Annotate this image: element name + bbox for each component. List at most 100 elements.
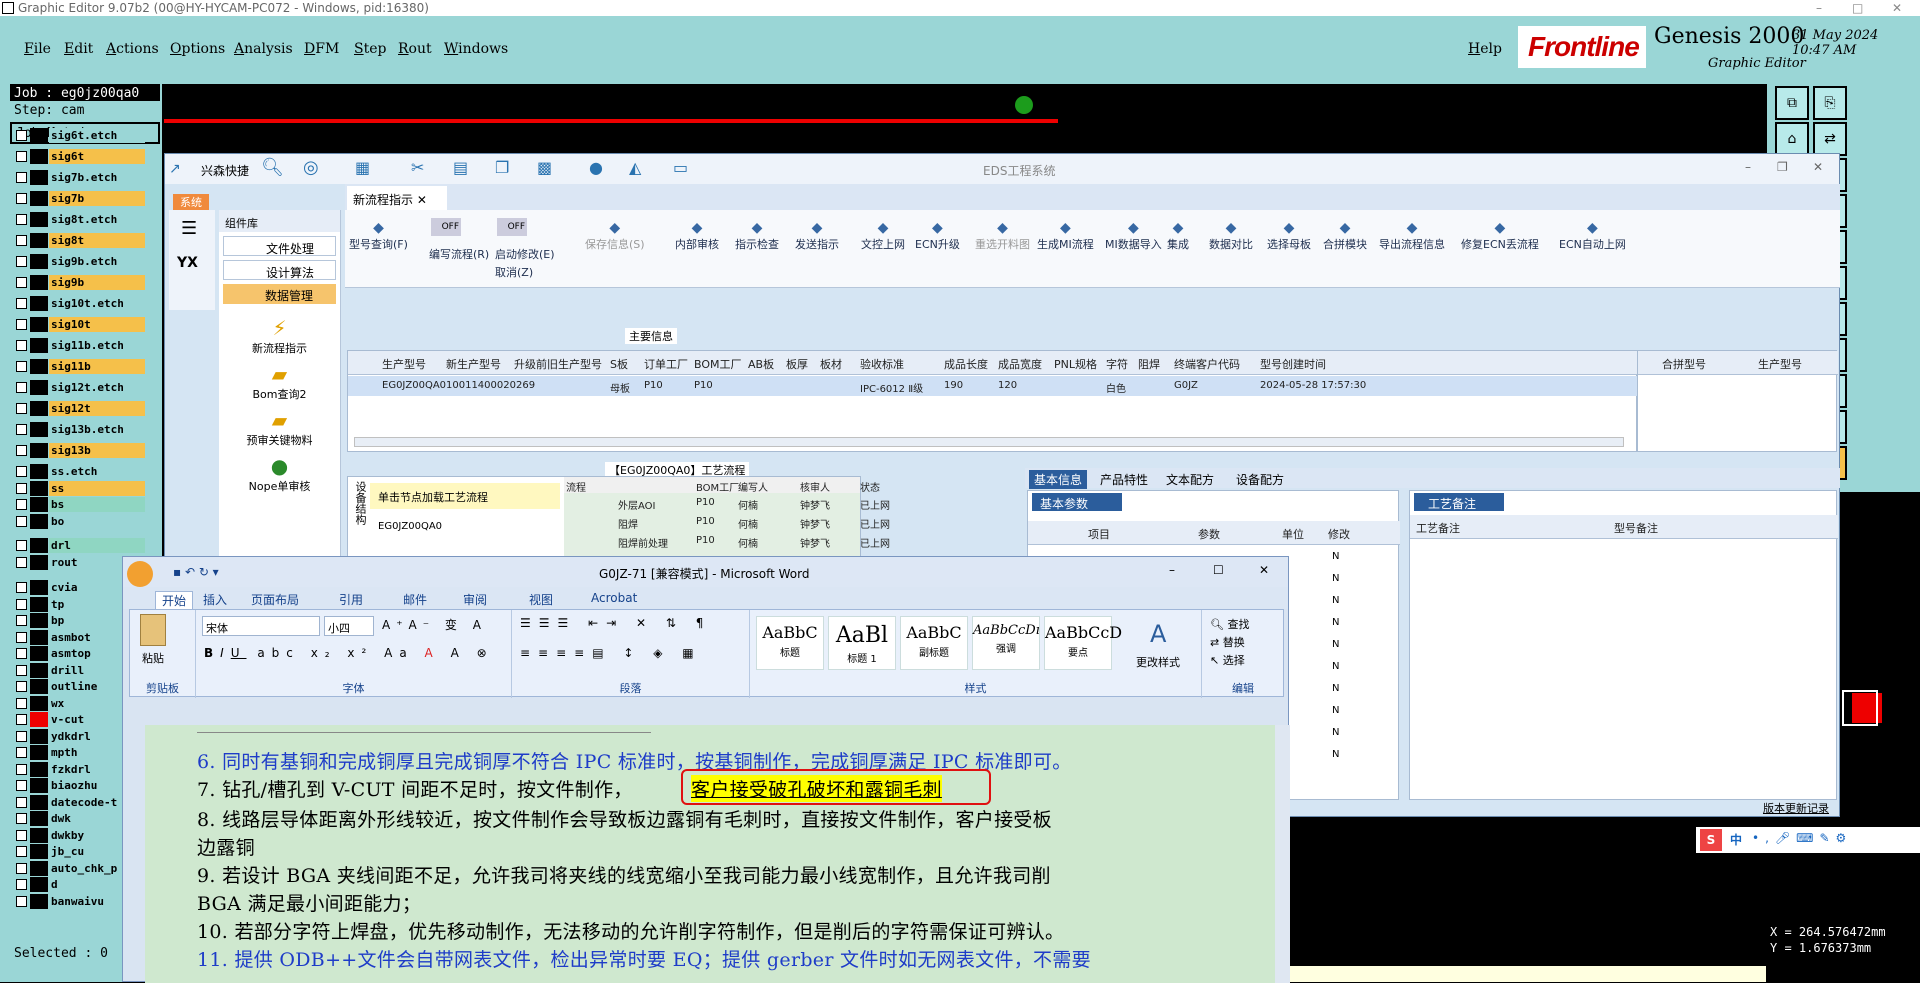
layer-checkbox[interactable] xyxy=(16,445,27,456)
ribbon-btn-18[interactable]: ◆ 修复ECN丢流程 xyxy=(1461,220,1539,252)
ribbon-btn-6[interactable]: ◆ 指示检查 xyxy=(735,220,779,252)
layer-name[interactable]: sig11b.etch xyxy=(49,338,145,353)
layer-row[interactable]: mpth xyxy=(14,745,145,760)
font-grow-shrink-icons[interactable]: A⁺A⁻ 变 A xyxy=(382,616,487,633)
layer-row[interactable]: wx xyxy=(14,695,145,711)
prereview-item[interactable]: 预审关键物料 xyxy=(219,432,340,448)
layer-row[interactable]: fzkdrl xyxy=(14,761,145,777)
layer-row[interactable]: sig11b.etch xyxy=(14,338,145,353)
layer-row[interactable]: bs xyxy=(14,497,145,512)
ribbon-btn-10[interactable]: ◆ 重选开料图 xyxy=(975,220,1030,252)
layer-checkbox[interactable] xyxy=(16,895,27,907)
paste-icon[interactable] xyxy=(140,614,166,646)
remark-tab[interactable]: 工艺备注 xyxy=(1414,493,1504,511)
menu-icon[interactable]: ☰ xyxy=(181,218,215,239)
layer-row[interactable]: sig6t.etch xyxy=(14,128,145,143)
layer-checkbox[interactable] xyxy=(16,615,27,626)
layer-checkbox[interactable] xyxy=(16,298,27,309)
layer-row[interactable]: asmtop xyxy=(14,646,145,661)
layer-name[interactable]: sig10t xyxy=(49,317,145,332)
ribbon-btn-1[interactable]: 编写流程(R) xyxy=(429,246,489,262)
grid-icon[interactable]: ▩ xyxy=(537,158,552,177)
layer-checkbox[interactable] xyxy=(16,829,27,841)
replace-button[interactable]: ⇄ 替换 xyxy=(1210,634,1245,650)
layer-row[interactable]: dwk xyxy=(14,811,145,826)
layer-checkbox[interactable] xyxy=(16,763,27,775)
layer-checkbox[interactable] xyxy=(16,235,27,246)
ribbon-btn-15[interactable]: ◆ 选择母板 xyxy=(1267,220,1311,252)
layer-checkbox[interactable] xyxy=(16,382,27,393)
flow-row[interactable]: 外层AOI P10 何楠 钟梦飞 已上网 xyxy=(564,495,890,513)
layer-checkbox[interactable] xyxy=(16,256,27,267)
layer-row[interactable]: sig7b xyxy=(14,191,145,206)
layer-row[interactable]: sig9b xyxy=(14,275,145,290)
tab-system[interactable]: 系统 xyxy=(173,194,209,210)
ribbon-btn-5[interactable]: ◆ 内部审核 xyxy=(675,220,719,252)
layer-checkbox[interactable] xyxy=(16,403,27,414)
flow-row[interactable]: 阻焊 P10 何楠 钟梦飞 已上网 xyxy=(564,514,890,532)
side-data-management[interactable]: 数据管理 xyxy=(223,284,336,304)
layer-checkbox[interactable] xyxy=(16,557,27,568)
ime-mode[interactable]: 中 xyxy=(1730,831,1742,848)
toggle-edit-flow[interactable]: OFF xyxy=(431,218,461,236)
quick-access-icons[interactable]: ▪ ↶ ↻ ▾ xyxy=(173,565,219,579)
ribbon-btn-2[interactable]: 启动修改(E) xyxy=(495,246,555,262)
layer-row[interactable]: ss xyxy=(14,480,145,496)
lifebuoy-icon[interactable]: ◎ xyxy=(303,157,319,178)
layer-row[interactable]: sig10t.etch xyxy=(14,296,145,311)
word-tab[interactable]: 审阅 xyxy=(463,591,487,608)
layer-checkbox[interactable] xyxy=(16,540,27,551)
scissors-icon[interactable]: ✂ xyxy=(411,158,424,177)
monitor-icon[interactable]: ▭ xyxy=(673,158,688,177)
layer-name[interactable]: drl xyxy=(49,538,145,553)
layer-row[interactable]: rout xyxy=(14,555,145,570)
ribbon-btn-4[interactable]: ◆ 保存信息(S) xyxy=(585,220,645,252)
layer-row[interactable]: sig9b.etch xyxy=(14,254,145,269)
layer-name[interactable]: sig8t xyxy=(49,233,145,248)
side-design-algorithm[interactable]: 设计算法 xyxy=(223,260,336,280)
layer-row[interactable]: outline xyxy=(14,679,145,694)
ribbon-btn-14[interactable]: ◆ 数据对比 xyxy=(1209,220,1253,252)
layer-checkbox[interactable] xyxy=(16,277,27,288)
font-size-select[interactable]: 小四 xyxy=(324,616,374,636)
menu-dfm[interactable]: DFM xyxy=(304,41,339,57)
horizontal-scrollbar[interactable] xyxy=(354,437,1624,447)
layer-name[interactable]: sig12t.etch xyxy=(49,380,145,395)
change-styles-button[interactable]: 更改样式 xyxy=(1136,654,1180,670)
layer-row[interactable]: sig12t xyxy=(14,401,145,416)
nope-review-item[interactable]: Nope单审核 xyxy=(219,478,340,494)
ribbon-btn-19[interactable]: ◆ ECN自动上网 xyxy=(1559,220,1626,252)
layer-checkbox[interactable] xyxy=(16,747,27,758)
menu-step[interactable]: Step xyxy=(354,41,386,57)
film-icon[interactable]: ▤ xyxy=(453,158,468,177)
layer-row[interactable]: sig13b xyxy=(14,443,145,458)
ribbon-btn-17[interactable]: ◆ 导出流程信息 xyxy=(1379,220,1445,252)
word-tab[interactable]: 邮件 xyxy=(403,591,427,608)
layer-row[interactable]: ydkdrl xyxy=(14,728,145,744)
tab-new-flow[interactable]: 新流程指示 ✕ xyxy=(347,186,447,210)
close-icon[interactable]: ✕ xyxy=(1892,0,1902,16)
minimize-icon[interactable]: – xyxy=(1816,0,1822,16)
layer-name[interactable]: sig12t xyxy=(49,401,145,416)
layer-row[interactable]: sig11b xyxy=(14,359,145,374)
ribbon-btn-16[interactable]: ◆ 合拼模块 xyxy=(1323,220,1367,252)
info-tab[interactable]: 基本信息 xyxy=(1029,470,1088,489)
layer-row[interactable]: sig10t xyxy=(14,317,145,332)
menu-help[interactable]: Help xyxy=(1468,41,1502,57)
ime-tools-icon[interactable]: •,🎤︎⌨✎⚙ xyxy=(1752,831,1852,845)
word-tab[interactable]: Acrobat xyxy=(591,591,637,605)
layer-row[interactable]: bo xyxy=(14,513,145,529)
layer-row[interactable]: drl xyxy=(14,538,145,553)
layer-name[interactable]: sig7b.etch xyxy=(49,170,145,185)
layer-row[interactable]: bp xyxy=(14,613,145,628)
menu-edit[interactable]: Edit xyxy=(64,41,93,57)
layer-checkbox[interactable] xyxy=(16,879,27,890)
menu-actions[interactable]: Actions xyxy=(106,41,159,57)
layer-name[interactable]: sig9b.etch xyxy=(49,254,145,269)
style-item[interactable]: AaBbC 标题 xyxy=(756,616,824,670)
find-button[interactable]: 🔍︎ 查找 xyxy=(1210,616,1249,632)
word-tab[interactable]: 开始 xyxy=(155,591,194,610)
word-minimize-icon[interactable]: – xyxy=(1169,563,1175,577)
menu-rout[interactable]: Rout xyxy=(398,41,432,57)
layer-checkbox[interactable] xyxy=(16,214,27,225)
